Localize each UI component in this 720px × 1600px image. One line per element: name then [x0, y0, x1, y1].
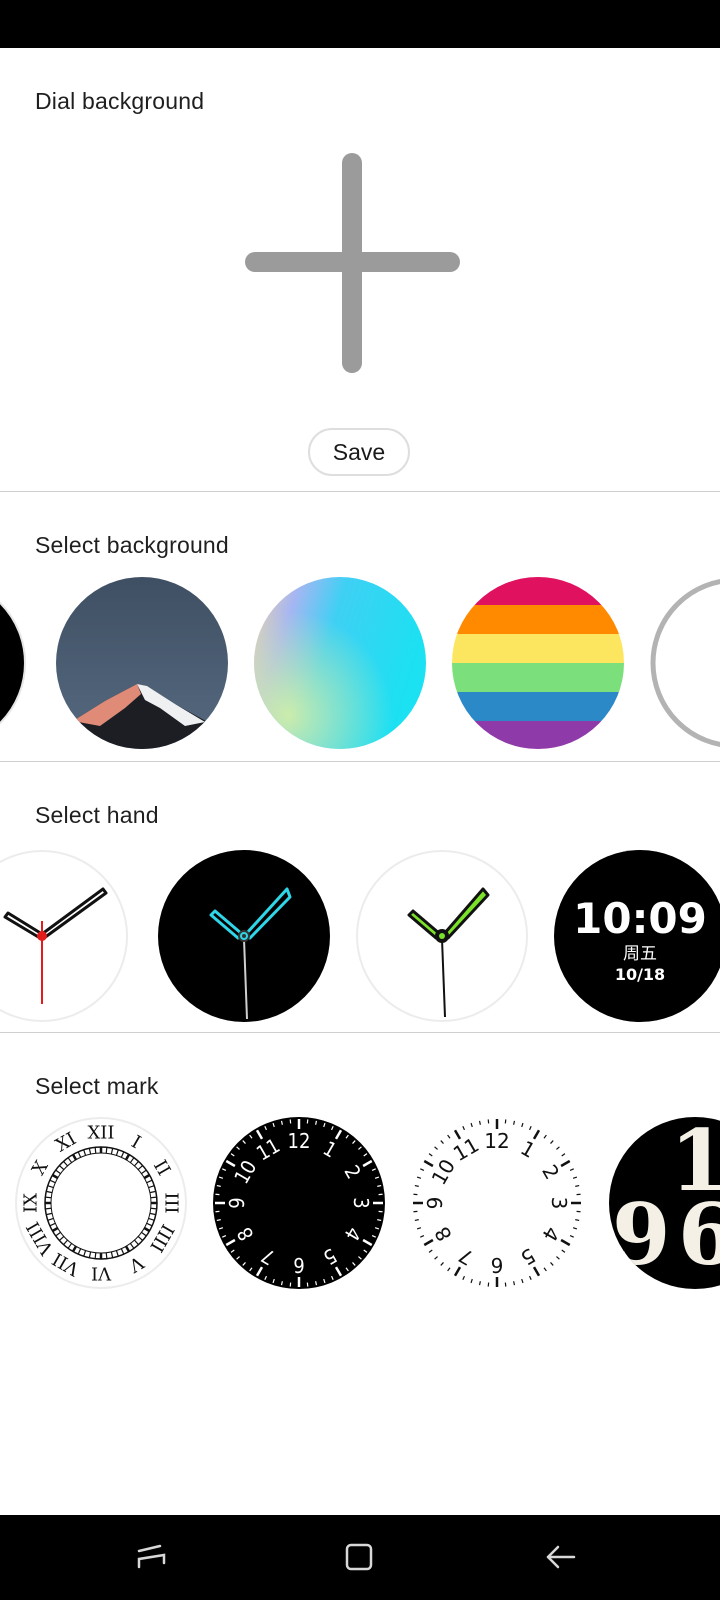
mark-option-arabic-dark[interactable]: 12 1 2 3 4 5 6 7 8 9 10 11 [212, 1116, 386, 1290]
recent-apps-icon[interactable] [130, 1535, 174, 1579]
status-bar [0, 0, 720, 48]
digital-date: 10/18 [615, 965, 665, 984]
digital-weekday: 周五 [623, 944, 657, 964]
dial-minor-tick [575, 1184, 580, 1187]
dial-minor-tick [45, 1207, 52, 1210]
dial-minor-tick [315, 1120, 318, 1125]
background-list [0, 576, 720, 756]
dial-numeral: XII [87, 1123, 114, 1144]
dial-editor: Dial background Save Select background S… [0, 48, 720, 1515]
dial-minor-tick [105, 1147, 108, 1154]
background-option-mountain[interactable] [55, 576, 229, 750]
dial-minor-tick [150, 1207, 157, 1210]
mark-option-arabic-light[interactable]: 12 1 2 3 4 5 6 7 8 9 10 11 [410, 1116, 584, 1290]
dial-numeral: III [161, 1192, 182, 1213]
back-icon[interactable] [540, 1535, 584, 1579]
dial-minor-tick [216, 1184, 221, 1187]
hand-option-cyan[interactable] [157, 849, 331, 1023]
dial-numeral: VI [91, 1263, 112, 1284]
hand-option-classic[interactable] [0, 849, 129, 1023]
background-option-grey-ring[interactable] [649, 576, 720, 750]
dial-minor-tick [478, 1120, 481, 1125]
dial-numeral: 6 [491, 1253, 504, 1277]
mark-option-big-numerals[interactable]: 12 9 6 [608, 1116, 720, 1290]
dial-minor-tick [280, 1281, 283, 1286]
dial-numeral: 9 [423, 1197, 447, 1210]
dial-numeral: 9 [225, 1197, 249, 1208]
background-option-blue-gradient[interactable] [253, 576, 427, 750]
divider [0, 1032, 720, 1033]
big-numeral-9: 9 [612, 1185, 670, 1284]
background-option-rainbow[interactable] [451, 576, 625, 750]
dial-minor-tick [45, 1196, 52, 1199]
dial-numeral: 3 [349, 1197, 373, 1208]
dial-numeral: 12 [484, 1129, 509, 1153]
divider [0, 761, 720, 762]
dial-numeral: 12 [288, 1129, 311, 1153]
divider [0, 491, 720, 492]
dial-minor-tick [105, 1252, 108, 1259]
dial-minor-tick [513, 1120, 516, 1125]
dial-minor-tick [575, 1219, 580, 1222]
dial-minor-tick [216, 1219, 221, 1222]
hand-option-green[interactable] [355, 849, 529, 1023]
dial-minor-tick [280, 1120, 283, 1125]
navigation-bar [0, 1515, 720, 1600]
mark-list: XII I II III IIII V VI VII VIII IX X XI 12 1 2 3 4 5 6 7 8 9… [0, 1116, 720, 1296]
dial-minor-tick [478, 1281, 481, 1286]
dial-minor-tick [94, 1252, 97, 1259]
mark-option-roman[interactable]: XII I II III IIII V VI VII VIII IX X XI [14, 1116, 188, 1290]
dial-minor-tick [414, 1219, 419, 1222]
dial-minor-tick [377, 1219, 382, 1222]
dial-numeral: IX [21, 1193, 42, 1213]
big-numeral-6: 6 [678, 1185, 720, 1284]
hand-option-digital[interactable]: 10:09 周五 10/18 [553, 849, 720, 1023]
dial-numeral: 3 [547, 1197, 571, 1210]
dial-background-title: Dial background [35, 88, 205, 114]
hand-list: 10:09 周五 10/18 [0, 849, 720, 1029]
dial-numeral: 6 [293, 1253, 304, 1277]
background-option-black[interactable] [0, 576, 27, 750]
digital-time: 10:09 [573, 894, 707, 943]
select-background-title: Select background [35, 532, 229, 558]
dial-minor-tick [414, 1184, 419, 1187]
dial-minor-tick [315, 1281, 318, 1286]
home-icon[interactable] [338, 1535, 382, 1579]
select-mark-title: Select mark [35, 1073, 159, 1099]
dial-minor-tick [513, 1281, 516, 1286]
dial-minor-tick [377, 1184, 382, 1187]
select-hand-title: Select hand [35, 802, 159, 828]
dial-minor-tick [150, 1196, 157, 1199]
save-button[interactable]: Save [308, 428, 410, 476]
plus-icon [245, 153, 460, 373]
add-dial-background-button[interactable] [245, 153, 465, 373]
dial-minor-tick [94, 1147, 97, 1154]
